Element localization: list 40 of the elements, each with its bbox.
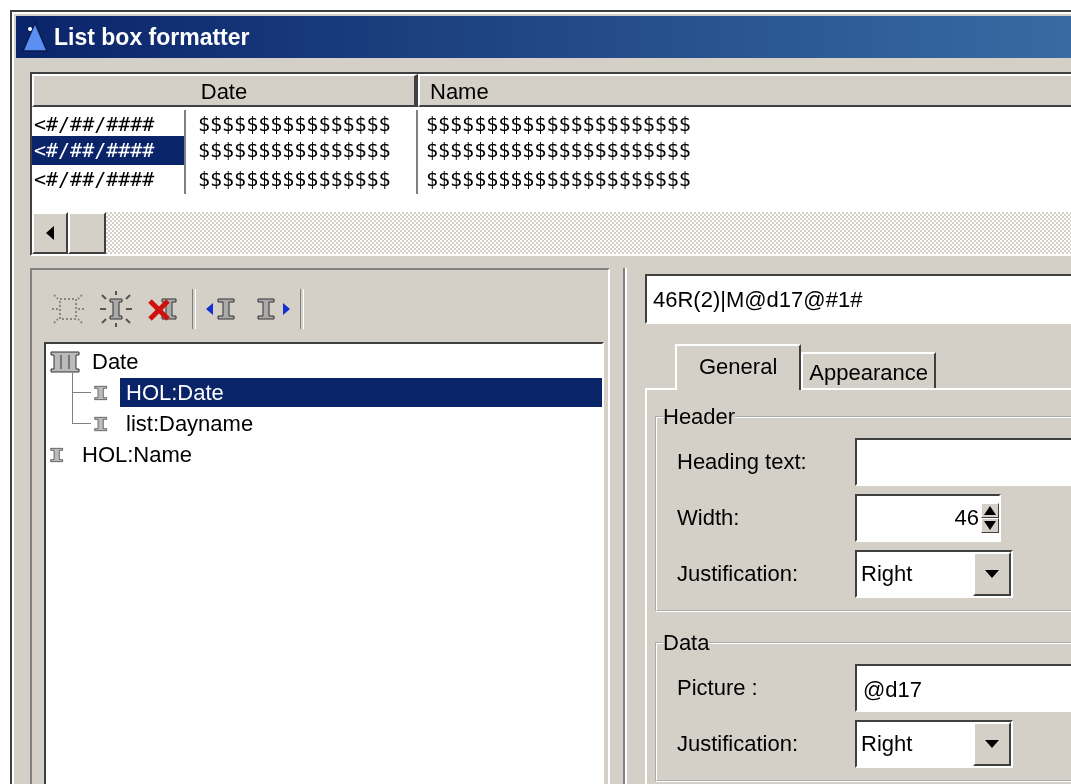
- tab[interactable]: Appearance: [801, 352, 936, 388]
- table-cell[interactable]: <#/##/####: [32, 136, 186, 165]
- table-cell: $$$$$$$$$$$$$$$$: [192, 110, 418, 136]
- column-header[interactable]: Date: [32, 74, 418, 107]
- field-label: Justification:: [677, 731, 800, 757]
- width-spinner[interactable]: 46: [855, 494, 1001, 542]
- column-header[interactable]: Name: [418, 74, 1071, 107]
- left-arrow-icon: [46, 226, 54, 240]
- justification-dropdown[interactable]: Right: [855, 550, 1013, 598]
- caret-icon: [985, 570, 999, 578]
- scrollbar-thumb[interactable]: [68, 212, 106, 254]
- down-arrow-icon[interactable]: [981, 518, 999, 533]
- table-cell-text: $$$$$$$$$$$$$$$$$$$$$$: [425, 166, 692, 193]
- table-cell: $$$$$$$$$$$$$$$$: [192, 136, 418, 165]
- group-title: Data: [663, 630, 710, 656]
- scroll-left-button[interactable]: [32, 212, 68, 254]
- horizontal-scrollbar[interactable]: [32, 212, 1071, 254]
- format-string-field[interactable]: 46R(2)|M@d17@#1#: [645, 274, 1071, 324]
- window-title: List box formatter: [54, 23, 250, 51]
- table-cell-text: $$$$$$$$$$$$$$$$$$$$$$: [425, 137, 692, 164]
- field-label: Justification:: [677, 561, 800, 587]
- justification-dropdown[interactable]: Right: [855, 720, 1013, 768]
- tree-item[interactable]: HOL:Name: [76, 440, 199, 469]
- picture-field[interactable]: @d17: [855, 664, 1071, 712]
- caret-icon: [985, 740, 999, 748]
- table-cell-text: $$$$$$$$$$$$$$$$$$$$$$: [425, 111, 692, 136]
- field-label: Heading text:: [677, 449, 808, 475]
- triangle-icon: [22, 21, 48, 53]
- tree-item[interactable]: HOL:Date: [120, 378, 602, 407]
- table-cell: $$$$$$$$$$$$$$$$: [192, 165, 418, 194]
- heading-text-field[interactable]: [855, 438, 1071, 486]
- tab[interactable]: General: [675, 344, 802, 390]
- field-label: Width:: [677, 505, 741, 531]
- group-title: Header: [663, 404, 736, 430]
- up-arrow-icon[interactable]: [981, 503, 999, 518]
- field-label: Picture :: [677, 675, 759, 701]
- tree-item[interactable]: list:Dayname: [120, 409, 260, 438]
- column-group-icon: [50, 350, 80, 373]
- table-cell[interactable]: <#/##/####: [32, 165, 186, 194]
- tree-item[interactable]: Date: [86, 347, 145, 376]
